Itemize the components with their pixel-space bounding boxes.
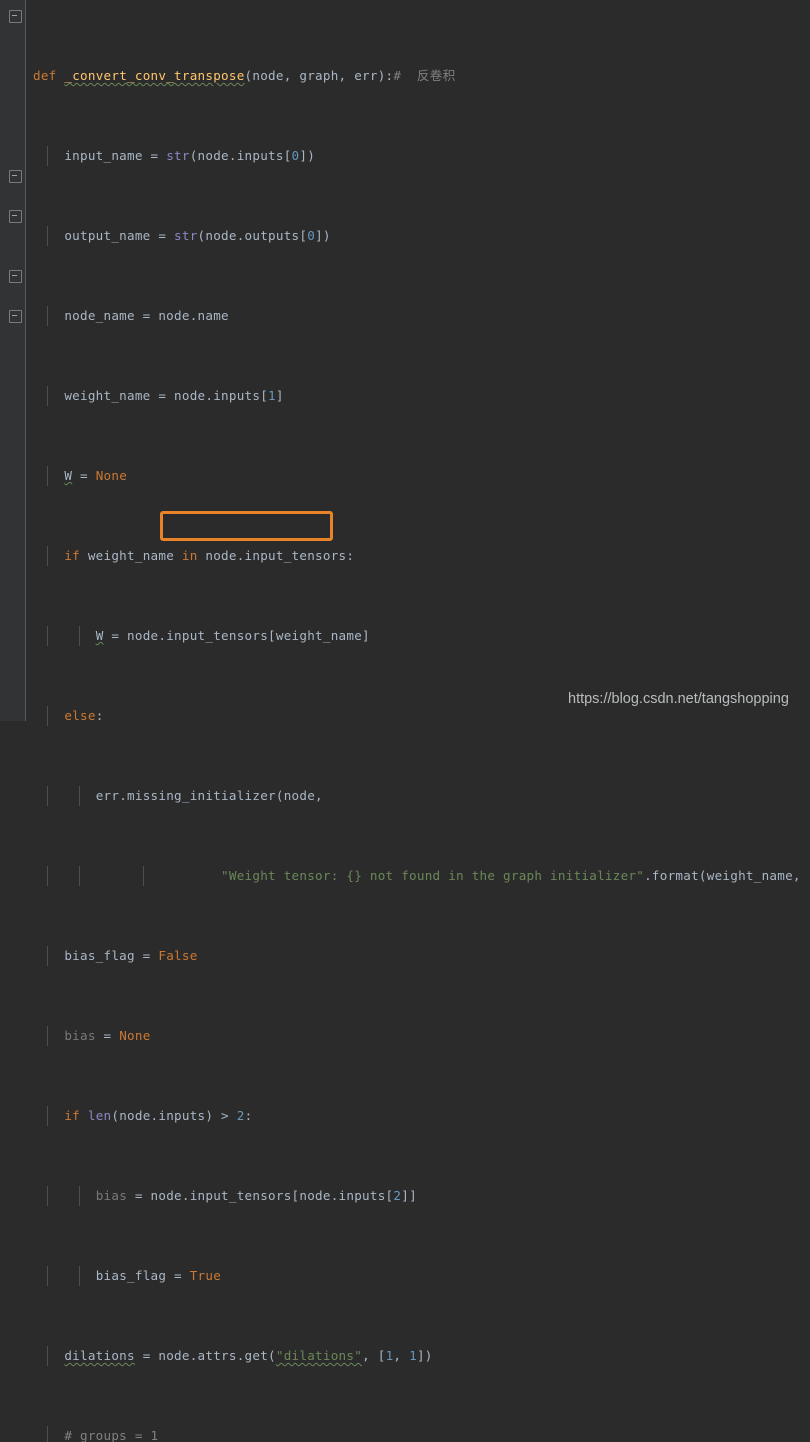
token-function-name: _convert_conv_transpose	[64, 68, 245, 83]
token-keyword-in: in	[181, 548, 198, 563]
token-string: "dilations"	[275, 1348, 363, 1363]
code-line: W = None	[33, 466, 810, 486]
token-assign: =	[95, 1028, 120, 1043]
token-call: err.missing_initializer(node,	[95, 788, 323, 803]
fold-marker-block-end[interactable]	[9, 210, 22, 223]
code-line: else:	[33, 706, 810, 726]
token-punct: ,	[393, 1348, 410, 1363]
token-variable-w: W	[95, 628, 104, 643]
token-punct: ])	[315, 228, 331, 243]
token-punct: (node.outputs[	[197, 228, 308, 243]
token-number: 1	[409, 1348, 417, 1363]
token-number: 1	[385, 1348, 394, 1363]
token-keyword-if: if	[64, 548, 81, 563]
code-editor[interactable]: def _convert_conv_transpose(node, graph,…	[0, 0, 810, 1442]
token-number: 0	[307, 228, 316, 243]
code-line: input_name = str(node.inputs[0])	[33, 146, 810, 166]
token-assign: weight_name = node.inputs[	[64, 388, 269, 403]
token-none: None	[119, 1028, 151, 1043]
token-punct: (node.inputs[	[189, 148, 292, 163]
token-false: False	[158, 948, 198, 963]
editor-gutter[interactable]	[0, 0, 26, 721]
token-assign: output_name =	[64, 228, 175, 243]
token-assign: input_name =	[64, 148, 167, 163]
fold-marker-else[interactable]	[9, 170, 22, 183]
token-variable-dilations: dilations	[64, 1348, 135, 1363]
token-builtin: str	[174, 228, 198, 243]
code-line: bias = node.input_tensors[node.inputs[2]…	[33, 1186, 810, 1206]
code-line: if len(node.inputs) > 2:	[33, 1106, 810, 1126]
token-punct: :	[244, 1108, 253, 1123]
code-line: bias = None	[33, 1026, 810, 1046]
code-line: W = node.input_tensors[weight_name]	[33, 626, 810, 646]
code-line: weight_name = node.inputs[1]	[33, 386, 810, 406]
code-line: if weight_name in node.input_tensors:	[33, 546, 810, 566]
token-expr: = node.attrs.get(	[134, 1348, 276, 1363]
token-builtin-len: len	[87, 1108, 112, 1123]
token-punct: ]]	[401, 1188, 417, 1203]
token-number: 2	[236, 1108, 245, 1123]
token-number: 2	[393, 1188, 402, 1203]
fold-marker-if-len[interactable]	[9, 270, 22, 283]
token-builtin: str	[166, 148, 190, 163]
token-assign: bias_flag =	[64, 948, 159, 963]
token-keyword-if: if	[64, 1108, 81, 1123]
fold-marker-if-end[interactable]	[9, 310, 22, 323]
token-number: 1	[268, 388, 276, 403]
token-assign: =	[72, 468, 96, 483]
token-unused-var: bias	[95, 1188, 128, 1203]
token-expr: = node.input_tensors[weight_name]	[103, 628, 370, 643]
code-line: "Weight tensor: {} not found in the grap…	[33, 866, 810, 886]
token-expr: (node.inputs) >	[111, 1108, 237, 1123]
token-punct: (node, graph, err):	[244, 68, 394, 83]
gutter-divider-line	[25, 0, 26, 721]
fold-marker-def[interactable]	[9, 10, 22, 23]
code-line: # groups = 1	[33, 1426, 810, 1442]
token-comment: # 反卷积	[393, 68, 456, 83]
token-true: True	[189, 1268, 222, 1283]
token-assign: node_name = node.name	[64, 308, 229, 323]
token-expr: weight_name	[80, 548, 182, 563]
watermark-url: https://blog.csdn.net/tangshopping	[568, 691, 789, 707]
code-line: err.missing_initializer(node,	[33, 786, 810, 806]
token-comment: # groups = 1	[64, 1428, 159, 1442]
code-content[interactable]: def _convert_conv_transpose(node, graph,…	[33, 6, 810, 1442]
token-punct: ]	[275, 388, 284, 403]
token-string: "Weight tensor: {} not found in the grap…	[221, 868, 645, 883]
token-punct: , [	[362, 1348, 386, 1363]
code-line: bias_flag = True	[33, 1266, 810, 1286]
code-line: dilations = node.attrs.get("dilations", …	[33, 1346, 810, 1366]
token-none: None	[95, 468, 128, 483]
code-line: bias_flag = False	[33, 946, 810, 966]
token-punct: ])	[416, 1348, 433, 1363]
token-expr: = node.input_tensors[node.inputs[	[127, 1188, 394, 1203]
token-assign: bias_flag =	[95, 1268, 190, 1283]
token-keyword: def	[33, 68, 57, 83]
code-line: node_name = node.name	[33, 306, 810, 326]
token-unused-var: bias	[64, 1028, 96, 1043]
code-line: output_name = str(node.outputs[0])	[33, 226, 810, 246]
token-punct: ])	[299, 148, 316, 163]
token-expr: .format(weight_name, ))	[644, 868, 810, 883]
token-expr: node.input_tensors:	[197, 548, 355, 563]
code-line: def _convert_conv_transpose(node, graph,…	[33, 66, 810, 86]
token-variable-w: W	[64, 468, 73, 483]
